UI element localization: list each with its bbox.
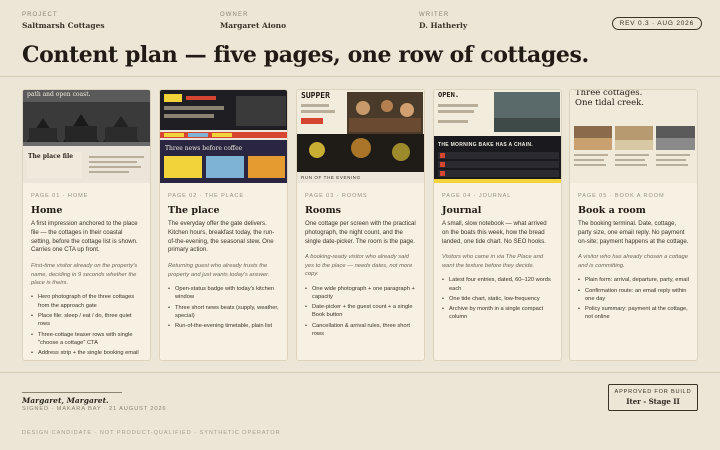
journal-thumbnail: OPEN. THE MORNING BAKE HAS A CHAIN.	[434, 90, 561, 183]
stamp-stage: Iter - Stage II	[626, 397, 680, 406]
the-place-thumbnail: Three news before coffee	[160, 90, 287, 183]
list-item: Date-picker + the guest count + a single…	[305, 303, 417, 320]
list-item: Hero photograph of the three cottages fr…	[31, 293, 143, 310]
card-visitor-note: First-time visitor already on the proper…	[31, 263, 138, 287]
card-visitor-note: Visitors who came in via The Place and w…	[442, 254, 544, 269]
book-a-room-thumb-heading: Three cottages.	[575, 90, 643, 98]
card-title: Journal	[442, 205, 482, 216]
card-title: Rooms	[305, 205, 341, 216]
page-title: Content plan — five pages, one row of co…	[22, 42, 589, 68]
owner-value: Margaret Aiono	[220, 21, 287, 30]
list-item: Latest four entries, dated, 60–120 words…	[442, 276, 554, 293]
card-home[interactable]: path and open coast. The place file PAGE…	[22, 89, 151, 361]
title-divider	[0, 76, 720, 77]
card-title: Book a room	[578, 205, 646, 216]
journal-thumb-subheading: THE MORNING BAKE HAS A CHAIN.	[438, 142, 533, 148]
rooms-thumbnail: SUPPER RUN OF THE EVENING	[297, 90, 424, 183]
card-content-list: Latest four entries, dated, 60–120 words…	[442, 276, 554, 321]
list-item: Run-of-the-evening timetable, plain list	[168, 322, 280, 331]
rooms-thumb-subheading: RUN OF THE EVENING	[301, 175, 361, 180]
list-item: Archive by month in a single compact col…	[442, 305, 554, 322]
writer-value: D. Hatherly	[419, 21, 468, 30]
card-visitor-note: A booking-ready visitor who already said…	[305, 254, 413, 278]
list-item: Open-status badge with today's kitchen w…	[168, 285, 280, 302]
project-value: Saltmarsh Cottages	[22, 21, 105, 30]
card-the-place-body: PAGE 02 · THE PLACE The place The everyd…	[168, 193, 280, 332]
card-title: Home	[31, 205, 63, 216]
rooms-preview-image	[297, 90, 424, 183]
writer-label: WRITER	[419, 12, 450, 18]
owner-meta: OWNER Margaret Aiono	[220, 12, 286, 30]
writer-meta: WRITER D. Hatherly	[419, 12, 467, 30]
project-label: PROJECT	[22, 12, 58, 18]
the-place-preview-image	[160, 90, 287, 183]
card-journal-body: PAGE 04 · JOURNAL Journal A small, slow …	[442, 193, 554, 324]
list-item: Three short news beats (supply, weather,…	[168, 304, 280, 321]
card-visitor-note: Returning guest who already trusts the p…	[168, 263, 270, 278]
owner-label: OWNER	[220, 12, 249, 18]
the-place-thumb-heading: Three news before coffee	[165, 145, 243, 152]
revision-badge: REV 0.3 · AUG 2026	[611, 17, 702, 30]
card-rooms-body: PAGE 03 · ROOMS Rooms One cottage per sc…	[305, 193, 417, 340]
book-a-room-thumb-subheading: One tidal creek.	[575, 98, 644, 108]
list-item: Policy summary: payment at the cottage, …	[578, 305, 690, 322]
list-item: Place file: sleep / eat / do, three quie…	[31, 312, 143, 329]
card-the-place[interactable]: Three news before coffee PAGE 02 · THE P…	[159, 89, 288, 361]
list-item: Plain form: arrival, departure, party, e…	[578, 276, 690, 285]
card-page-label: PAGE 02 · THE PLACE	[168, 193, 244, 199]
approval-stamp: APPROVED FOR BUILD Iter - Stage II	[608, 384, 698, 411]
document-meta: PROJECT Saltmarsh Cottages OWNER Margare…	[22, 12, 698, 34]
project-meta: PROJECT Saltmarsh Cottages	[22, 12, 105, 30]
card-page-label: PAGE 01 · HOME	[31, 193, 89, 199]
card-content-list: Plain form: arrival, departure, party, e…	[578, 276, 690, 321]
card-book-a-room[interactable]: Three cottages. One tidal creek. PAGE 05…	[569, 89, 698, 361]
card-rooms[interactable]: SUPPER RUN OF THE EVENING PAGE 03 · ROOM…	[296, 89, 425, 361]
home-preview-image	[23, 90, 150, 183]
journal-thumb-heading: OPEN.	[438, 91, 460, 99]
book-a-room-thumbnail: Three cottages. One tidal creek.	[570, 90, 697, 183]
footer-divider	[0, 372, 720, 373]
card-description: A first impression anchored to the place…	[31, 220, 138, 254]
card-journal[interactable]: OPEN. THE MORNING BAKE HAS A CHAIN. PAGE…	[433, 89, 562, 361]
card-visitor-note: A visitor who has already chosen a cotta…	[578, 254, 688, 269]
card-description: One cottage per screen with the practica…	[305, 220, 416, 245]
home-thumb-subheading: The place file	[28, 153, 74, 160]
list-item: Cancellation & arrival rules, three shor…	[305, 322, 417, 339]
card-description: The everyday offer the gate delivers. Ki…	[168, 220, 275, 254]
list-item: Confirmation route: an email reply withi…	[578, 287, 690, 304]
card-title: The place	[168, 205, 220, 216]
signature: Margaret, Margaret.	[22, 396, 109, 405]
stamp-label: APPROVED FOR BUILD	[614, 389, 692, 395]
card-page-label: PAGE 05 · BOOK A ROOM	[578, 193, 665, 199]
card-content-list: One wide photograph + one paragraph + ca…	[305, 285, 417, 339]
card-home-body: PAGE 01 · HOME Home A first impression a…	[31, 193, 143, 359]
signature-line	[22, 392, 122, 393]
card-content-list: Hero photograph of the three cottages fr…	[31, 293, 143, 357]
list-item: Three-cottage teaser rows with single "c…	[31, 331, 143, 348]
card-page-label: PAGE 03 · ROOMS	[305, 193, 368, 199]
footer-note: DESIGN CANDIDATE · NOT PRODUCT-QUALIFIED…	[22, 430, 281, 436]
page-cards: path and open coast. The place file PAGE…	[22, 89, 698, 361]
card-content-list: Open-status badge with today's kitchen w…	[168, 285, 280, 331]
list-item: Address strip + the single booking email	[31, 349, 143, 358]
signed-meta: SIGNED · MAKARA BAY · 21 AUGUST 2026	[22, 406, 167, 412]
card-book-a-room-body: PAGE 05 · BOOK A ROOM Book a room The bo…	[578, 193, 690, 324]
rooms-thumb-heading: SUPPER	[301, 91, 330, 100]
journal-preview-image	[434, 90, 561, 183]
card-description: A small, slow notebook — what arrived on…	[442, 220, 547, 245]
list-item: One tide chart, static, low-frequency	[442, 295, 554, 304]
list-item: One wide photograph + one paragraph + ca…	[305, 285, 417, 302]
home-thumbnail: path and open coast. The place file	[23, 90, 150, 183]
home-thumb-heading: path and open coast.	[27, 91, 91, 98]
card-description: The booking terminal. Date, cottage, par…	[578, 220, 689, 245]
card-page-label: PAGE 04 · JOURNAL	[442, 193, 512, 199]
